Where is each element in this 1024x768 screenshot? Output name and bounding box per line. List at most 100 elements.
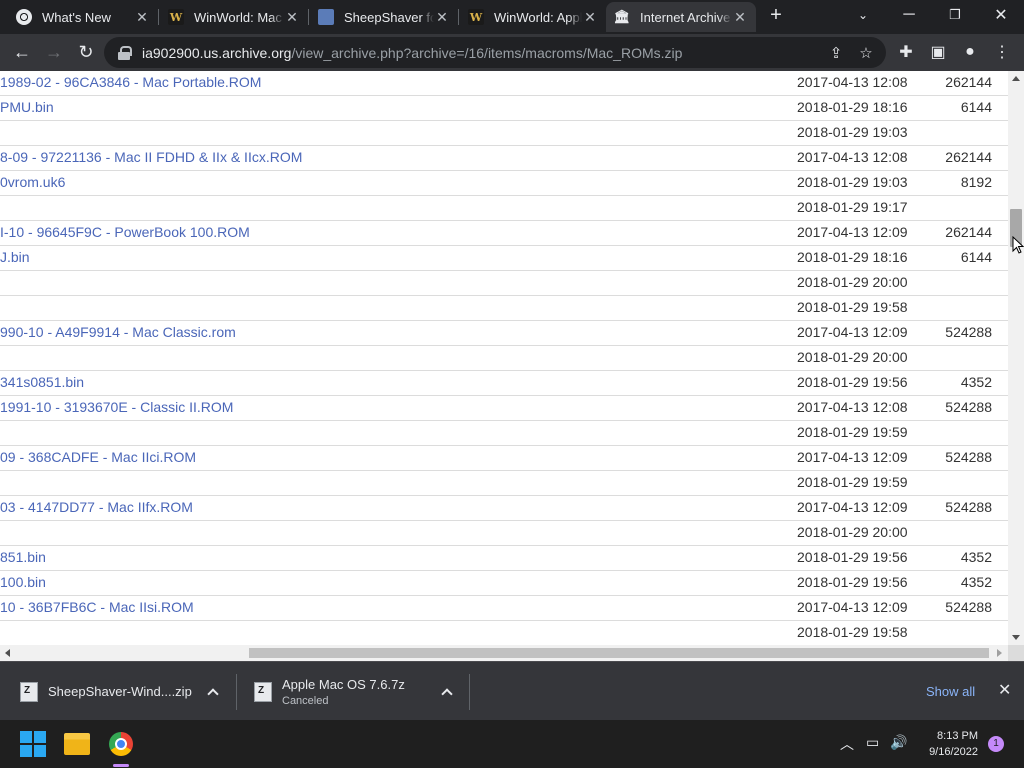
tab-sheepshaver[interactable]: SheepShaver for ✕: [310, 2, 458, 32]
table-row: 03 - 4147DD77 - Mac IIfx.ROM 2017-04-13 1…: [0, 496, 1008, 521]
table-row: 09 - 368CADFE - Mac IIci.ROM 2017-04-13 1…: [0, 446, 1008, 471]
new-tab-button[interactable]: +: [760, 0, 792, 30]
file-size: 4352: [960, 549, 992, 565]
download-separator: [236, 674, 237, 710]
close-tab-icon[interactable]: ✕: [582, 9, 598, 26]
tab-winworld-mac[interactable]: W WinWorld: Mac ✕: [160, 2, 308, 32]
file-size: 524288: [945, 499, 992, 515]
file-name-link[interactable]: J.bin: [0, 249, 30, 265]
tab-internet-archive[interactable]: 🏛 Internet Archive ✕: [606, 2, 756, 32]
file-date: 2018-01-29 18:16: [797, 249, 908, 265]
tab-search-chevron-icon[interactable]: ⌄: [840, 0, 886, 30]
close-tab-icon[interactable]: ✕: [134, 9, 150, 26]
table-row: 341s0851.bin 2018-01-29 19:56 4352: [0, 371, 1008, 396]
file-name-link[interactable]: 1991-10 - 3193670E - Classic II.ROM: [0, 399, 233, 415]
horizontal-scroll-thumb[interactable]: [249, 648, 989, 658]
file-size: 524288: [945, 449, 992, 465]
tab-winworld-apple[interactable]: W WinWorld: Appl ✕: [460, 2, 606, 32]
table-row: J.bin 2018-01-29 18:16 6144: [0, 246, 1008, 271]
forward-button[interactable]: →: [40, 38, 68, 66]
bookmark-star-icon[interactable]: ☆: [856, 43, 876, 63]
url-text[interactable]: ia902900.us.archive.org/view_archive.php…: [142, 45, 682, 61]
side-panel-icon[interactable]: ▣: [926, 40, 950, 64]
horizontal-scrollbar[interactable]: [0, 645, 1008, 661]
scroll-down-arrow-icon[interactable]: [1012, 635, 1020, 640]
volume-icon[interactable]: 🔊: [890, 734, 907, 751]
show-all-downloads-button[interactable]: Show all: [926, 684, 975, 699]
file-size: 4352: [960, 374, 992, 390]
file-name-link[interactable]: 8-09 - 97221136 - Mac II FDHD & IIx & II…: [0, 149, 302, 165]
tab-title: WinWorld: Mac: [194, 9, 282, 25]
lock-icon[interactable]: [118, 45, 132, 60]
download-name: SheepShaver-Wind....zip: [48, 684, 192, 699]
table-row: PMU.bin 2018-01-29 18:16 6144: [0, 96, 1008, 121]
table-row: 8-09 - 97221136 - Mac II FDHD & IIx & II…: [0, 146, 1008, 171]
minimize-button[interactable]: ─: [886, 0, 932, 30]
file-date: 2017-04-13 12:08: [797, 399, 908, 415]
download-options-chevron-icon[interactable]: [207, 688, 219, 700]
url-host: ia902900.us.archive.org: [142, 44, 292, 61]
tab-title: Internet Archive: [640, 9, 731, 25]
table-row: I-10 - 96645F9C - PowerBook 100.ROM 2017-…: [0, 221, 1008, 246]
system-clock[interactable]: 8:13 PM 9/16/2022: [918, 728, 978, 760]
table-row: 10 - 36B7FB6C - Mac IIsi.ROM 2017-04-13 1…: [0, 596, 1008, 621]
zip-file-icon: Z: [20, 681, 38, 702]
close-tab-icon[interactable]: ✕: [434, 9, 450, 26]
table-row: 2018-01-29 19:59: [0, 471, 1008, 496]
file-name-link[interactable]: 851.bin: [0, 549, 46, 565]
vertical-scrollbar[interactable]: [1008, 71, 1024, 645]
file-name-link[interactable]: I-10 - 96645F9C - PowerBook 100.ROM: [0, 224, 250, 240]
close-window-button[interactable]: ✕: [978, 0, 1024, 30]
back-button[interactable]: ←: [8, 38, 36, 66]
extensions-puzzle-icon[interactable]: ✚: [894, 40, 918, 64]
show-hidden-icons-chevron-icon[interactable]: ︿: [840, 734, 854, 754]
scroll-left-arrow-icon[interactable]: [5, 649, 10, 657]
notification-badge[interactable]: 1: [988, 736, 1004, 752]
file-size: 524288: [945, 599, 992, 615]
file-name-link[interactable]: 341s0851.bin: [0, 374, 84, 390]
file-size: 524288: [945, 399, 992, 415]
chrome-taskbar-icon[interactable]: [105, 728, 137, 760]
restore-button[interactable]: ❐: [932, 0, 978, 30]
file-date: 2018-01-29 19:56: [797, 374, 908, 390]
scroll-right-arrow-icon[interactable]: [997, 649, 1002, 657]
download-options-chevron-icon[interactable]: [441, 688, 453, 700]
profile-avatar-icon[interactable]: ●: [958, 40, 982, 64]
file-date: 2018-01-29 20:00: [797, 274, 908, 290]
tab-whats-new[interactable]: What's New ✕: [8, 2, 158, 32]
address-bar[interactable]: ia902900.us.archive.org/view_archive.php…: [104, 37, 886, 68]
file-name-link[interactable]: 10 - 36B7FB6C - Mac IIsi.ROM: [0, 599, 194, 615]
download-separator: [469, 674, 470, 710]
file-name-link[interactable]: 09 - 368CADFE - Mac IIci.ROM: [0, 449, 196, 465]
file-date: 2018-01-29 19:58: [797, 299, 908, 315]
file-name-link[interactable]: 1989-02 - 96CA3846 - Mac Portable.ROM: [0, 74, 261, 90]
sheepshaver-icon: [318, 9, 334, 25]
file-name-link[interactable]: 100.bin: [0, 574, 46, 590]
file-name-link[interactable]: 990-10 - A49F9914 - Mac Classic.rom: [0, 324, 236, 340]
network-icon[interactable]: ▭: [866, 734, 879, 751]
download-item-sheepshaver[interactable]: Z SheepShaver-Wind....zip: [20, 662, 230, 721]
file-size: 262144: [945, 149, 992, 165]
file-name-link[interactable]: 03 - 4147DD77 - Mac IIfx.ROM: [0, 499, 193, 515]
table-row: 0vrom.uk6 2018-01-29 19:03 8192: [0, 171, 1008, 196]
file-name-link[interactable]: 0vrom.uk6: [0, 174, 65, 190]
share-icon[interactable]: ⇪: [826, 43, 846, 63]
file-name-link[interactable]: PMU.bin: [0, 99, 54, 115]
tab-separator: [158, 9, 159, 25]
reload-button[interactable]: ↻: [72, 38, 100, 66]
scroll-up-arrow-icon[interactable]: [1012, 76, 1020, 81]
close-download-shelf-icon[interactable]: ✕: [998, 680, 1011, 700]
file-explorer-icon[interactable]: [61, 728, 93, 760]
scrollbar-corner: [1008, 645, 1024, 661]
table-row: 2018-01-29 19:59: [0, 421, 1008, 446]
download-item-macos[interactable]: Z Apple Mac OS 7.6.7z Canceled: [254, 662, 464, 721]
file-date: 2017-04-13 12:08: [797, 149, 908, 165]
menu-kebab-icon[interactable]: ⋮: [990, 40, 1014, 64]
windows-start-icon[interactable]: [17, 728, 49, 760]
table-row: 1991-10 - 3193670E - Classic II.ROM 2017-…: [0, 396, 1008, 421]
close-tab-icon[interactable]: ✕: [732, 9, 748, 26]
tab-separator: [458, 9, 459, 25]
file-date: 2018-01-29 19:03: [797, 174, 908, 190]
close-tab-icon[interactable]: ✕: [284, 9, 300, 26]
file-date: 2018-01-29 20:00: [797, 524, 908, 540]
